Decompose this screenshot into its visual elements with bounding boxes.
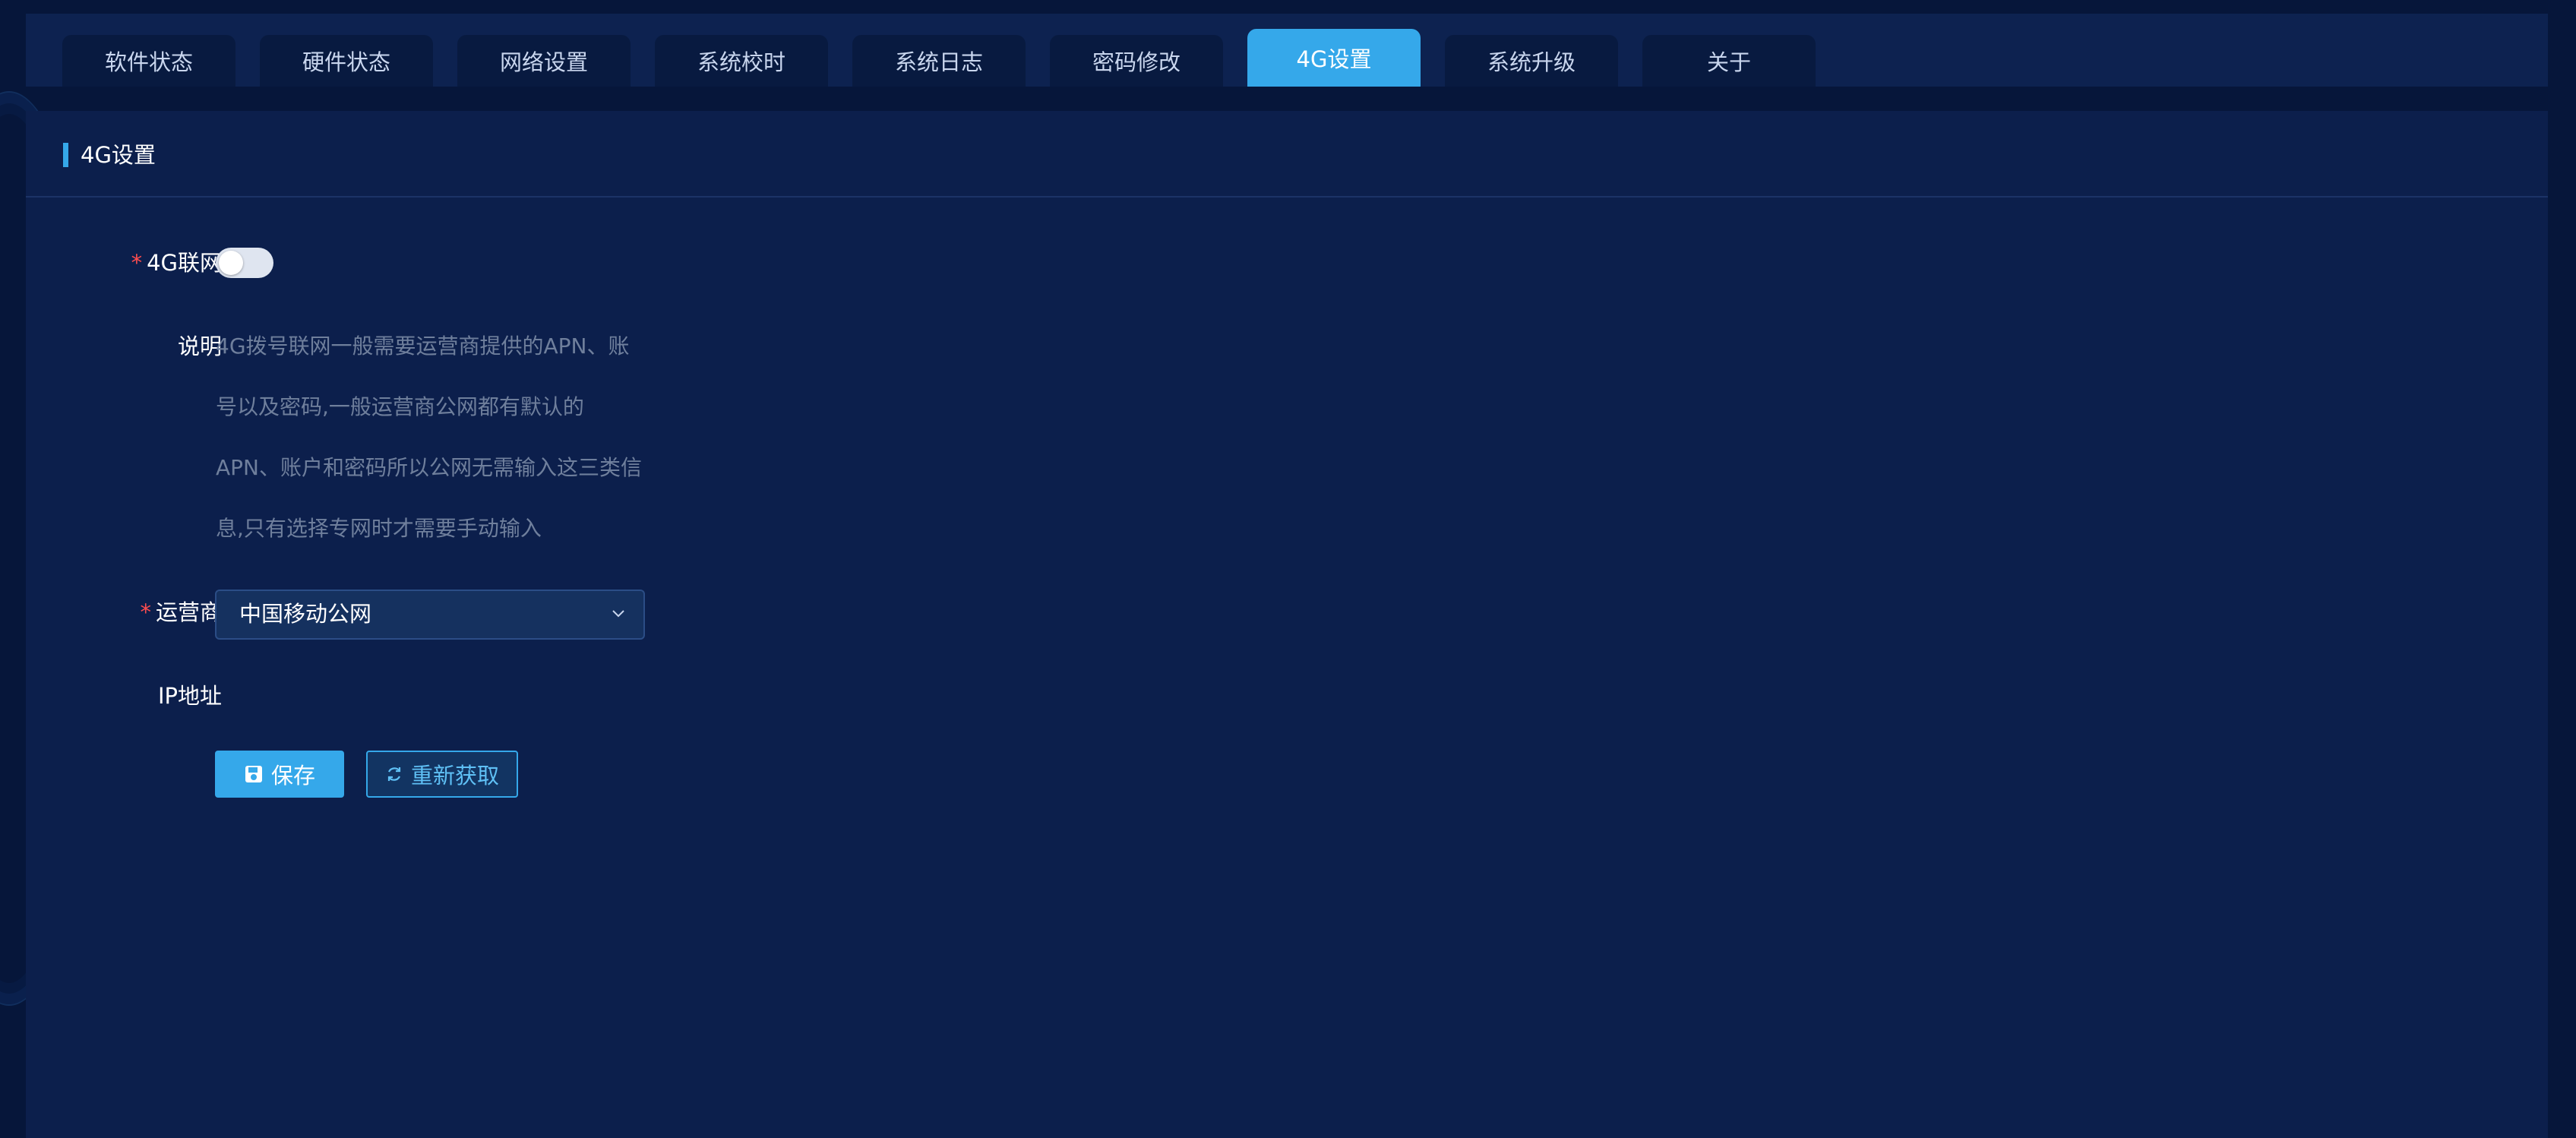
- tab-4g-settings[interactable]: 4G设置: [1247, 29, 1421, 87]
- required-mark: *: [131, 250, 143, 276]
- refresh-button-label: 重新获取: [410, 763, 499, 789]
- chevron-down-icon: [612, 610, 624, 618]
- tab-password-change[interactable]: 密码修改: [1050, 35, 1223, 87]
- description-text: 4G拨号联网一般需要运营商提供的APN、账 号以及密码,一般运营商公网都有默认的…: [216, 316, 656, 559]
- settings-page: 软件状态 硬件状态 网络设置 系统校时 系统日志 密码修改 4G设置 系统升级 …: [0, 0, 2576, 1138]
- carrier-label-text: 运营商: [155, 599, 222, 625]
- refresh-button[interactable]: 重新获取: [366, 751, 518, 798]
- tab-bar: 软件状态 硬件状态 网络设置 系统校时 系统日志 密码修改 4G设置 系统升级 …: [26, 14, 2548, 87]
- carrier-selected-value: 中国移动公网: [239, 601, 372, 627]
- ip-label: IP地址: [157, 683, 222, 709]
- desc-line: 4G拨号联网一般需要运营商提供的APN、账: [216, 333, 630, 359]
- 4g-network-toggle[interactable]: [216, 248, 273, 278]
- required-mark: *: [140, 599, 151, 625]
- title-accent-bar: [63, 143, 68, 167]
- panel-title: 4G设置: [81, 142, 156, 168]
- refresh-icon: [387, 767, 401, 781]
- tab-hardware-status[interactable]: 硬件状态: [260, 35, 433, 87]
- desc-line: 号以及密码,一般运营商公网都有默认的: [216, 394, 584, 419]
- desc-line: 息,只有选择专网时才需要手动输入: [216, 516, 542, 541]
- tab-time-sync[interactable]: 系统校时: [655, 35, 828, 87]
- tab-system-log[interactable]: 系统日志: [852, 35, 1026, 87]
- settings-panel: 4G设置 * 4G联网 说明 4G拨号联网一般需要运营商提供的APN、账 号以及密…: [26, 111, 2548, 1138]
- save-icon: [245, 766, 262, 782]
- tab-network-settings[interactable]: 网络设置: [457, 35, 631, 87]
- save-button-label: 保存: [270, 763, 315, 789]
- net-label: * 4G联网: [131, 248, 222, 278]
- toggle-knob: [219, 251, 243, 275]
- save-button[interactable]: 保存: [215, 751, 344, 798]
- carrier-label: * 运营商: [140, 597, 222, 627]
- carrier-select[interactable]: 中国移动公网: [215, 590, 645, 640]
- tab-software-status[interactable]: 软件状态: [62, 35, 235, 87]
- panel-header: 4G设置: [26, 111, 2548, 198]
- net-label-text: 4G联网: [147, 250, 222, 276]
- desc-line: APN、账户和密码所以公网无需输入这三类信: [216, 455, 642, 480]
- tab-system-upgrade[interactable]: 系统升级: [1445, 35, 1618, 87]
- tab-about[interactable]: 关于: [1642, 35, 1816, 87]
